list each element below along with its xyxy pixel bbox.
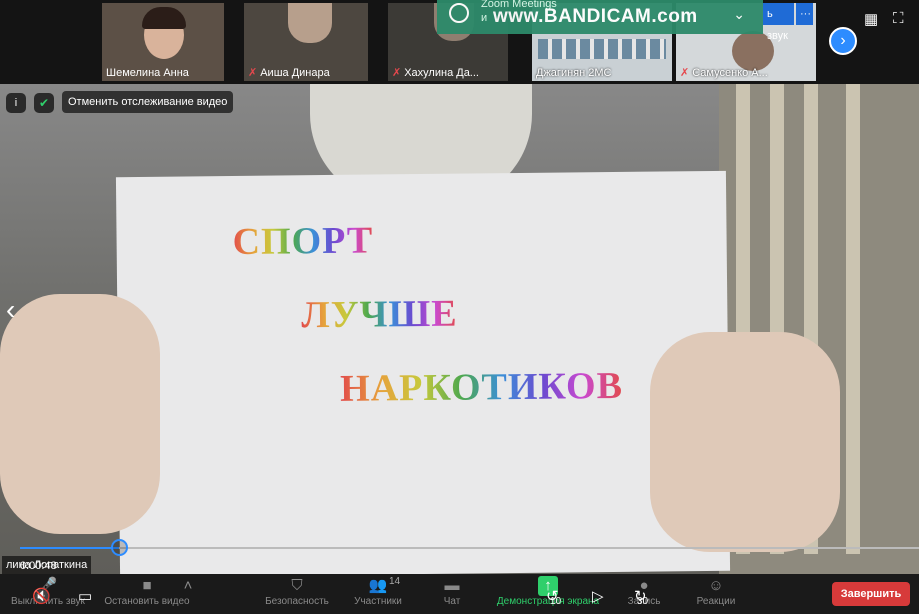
participant-name: Джагинян 2МС xyxy=(536,67,612,79)
video-options-caret[interactable]: ˄ xyxy=(182,576,194,614)
stop-video-label: Остановить видео xyxy=(104,596,190,607)
meeting-toolbar: 🎤 Выключить звук ■ Остановить видео ˄ ⛉ … xyxy=(0,574,919,614)
playback-seekbar[interactable] xyxy=(20,539,919,556)
security-label: Безопасность xyxy=(265,596,329,607)
forward-seconds: 30 xyxy=(637,596,649,607)
reactions-label: Реакции xyxy=(696,596,736,607)
play-icon[interactable]: ▷ xyxy=(592,587,604,605)
avatar xyxy=(288,3,332,43)
recorder-overlay: Zoom Meetings и www.BANDICAM.com ⌄ xyxy=(437,0,763,34)
screen-content xyxy=(538,39,666,59)
zoom-meeting-window: Шемелина Анна ✗ Аиша Динара ✗ Хахулина Да.… xyxy=(0,0,919,614)
participants-count: 14 xyxy=(389,576,401,587)
subtitles-icon[interactable]: ▭ xyxy=(78,587,92,605)
fullscreen-icon[interactable]: ⛶ xyxy=(893,10,904,27)
info-icon[interactable]: i xyxy=(6,93,26,113)
chevron-down-icon[interactable]: ⌄ xyxy=(733,6,745,23)
shield-icon: ⛉ xyxy=(291,577,303,594)
chat-icon: ▬ xyxy=(444,577,460,594)
reactions-button[interactable]: ☺ Реакции xyxy=(692,576,740,614)
security-button[interactable]: ⛉ Безопасность xyxy=(262,576,332,614)
previous-page-icon[interactable]: ‹ xyxy=(6,294,15,326)
recorder-watermark: www.BANDICAM.com xyxy=(493,6,698,27)
right-hand xyxy=(650,332,840,552)
seekbar-fill xyxy=(20,547,119,549)
mic-off-icon: ✗ xyxy=(392,67,402,79)
participant-name: Самусенко А... xyxy=(692,67,768,79)
volume-mute-icon[interactable]: 🔇 xyxy=(32,587,51,605)
rewind-seconds: 10 xyxy=(550,596,562,607)
more-button[interactable]: ··· xyxy=(796,3,813,25)
sign-line: ЛУЧШЕ xyxy=(301,292,458,337)
participant-name: Хахулина Да... xyxy=(404,67,479,79)
sign-paper: СПОРТ ЛУЧШЕ НАРКОТИКОВ xyxy=(115,170,731,574)
sign-line: НАРКОТИКОВ xyxy=(339,364,624,410)
wall-slat xyxy=(846,84,860,554)
chevron-up-icon: ˄ xyxy=(183,577,193,594)
sign-line: СПОРТ xyxy=(232,219,374,263)
smile-icon: ☺ xyxy=(708,577,724,594)
chat-button[interactable]: ▬ Чат xyxy=(432,576,472,614)
camera-icon: ■ xyxy=(142,577,152,594)
participant-name: Аиша Динара xyxy=(260,67,330,79)
participant-name: Шемелина Анна xyxy=(106,67,189,79)
stop-video-button[interactable]: ■ Остановить видео xyxy=(100,576,194,614)
recorder-subtitle: и xyxy=(481,12,488,24)
mic-off-icon: ✗ xyxy=(680,67,690,79)
seekbar-handle[interactable] xyxy=(110,539,128,556)
avatar xyxy=(142,7,186,29)
audio-button[interactable]: ь звук xyxy=(763,3,794,42)
encryption-shield-icon[interactable]: ✔ xyxy=(34,93,54,113)
participant-thumb[interactable]: ✗ Аиша Динара xyxy=(244,3,368,81)
end-meeting-button[interactable]: Завершить xyxy=(832,582,910,606)
participants-label: Участники xyxy=(354,596,402,607)
left-hand xyxy=(0,294,160,534)
grid-view-icon[interactable]: ▦ xyxy=(864,10,878,28)
mic-off-icon: ✗ xyxy=(248,67,258,79)
webcam-icon xyxy=(449,3,469,23)
unfollow-video-button[interactable]: Отменить отслеживание видео xyxy=(62,91,234,113)
main-video: СПОРТ ЛУЧШЕ НАРКОТИКОВ i ✔ Отменить отсл… xyxy=(0,84,919,574)
next-page-icon[interactable]: › xyxy=(829,27,857,55)
participant-strip: Шемелина Анна ✗ Аиша Динара ✗ Хахулина Да.… xyxy=(0,0,919,84)
participant-thumb[interactable]: Шемелина Анна xyxy=(102,3,224,81)
chat-label: Чат xyxy=(443,596,461,607)
playback-time: 0:00:48 xyxy=(20,560,57,572)
